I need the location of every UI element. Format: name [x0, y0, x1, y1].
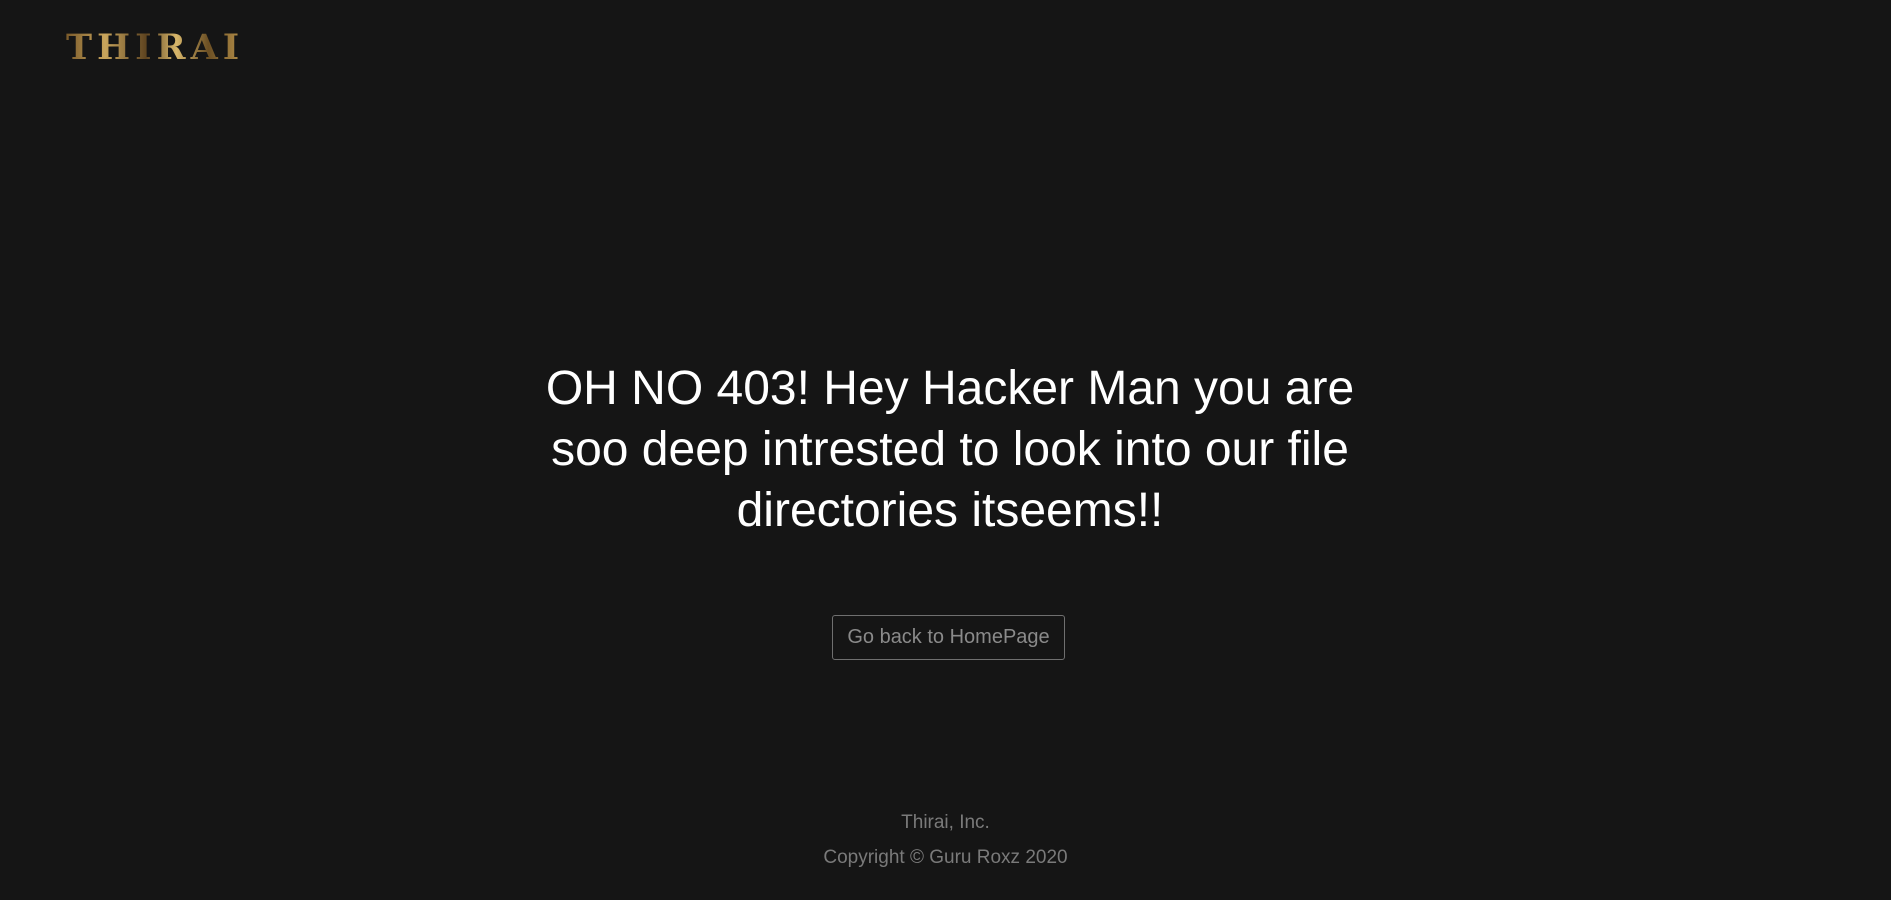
home-button[interactable]: Go back to HomePage: [832, 615, 1065, 660]
footer-copyright: Copyright © Guru Roxz 2020: [823, 847, 1068, 868]
error-page: THIRAI OH NO 403! Hey Hacker Man you are…: [0, 0, 1891, 900]
site-logo[interactable]: THIRAI: [66, 28, 244, 68]
logo-text: THIRAI: [66, 27, 245, 68]
footer: Thirai, Inc. Copyright © Guru Roxz 2020: [0, 805, 1891, 875]
error-message: OH NO 403! Hey Hacker Man you are soo de…: [545, 362, 1355, 537]
footer-company: Thirai, Inc.: [901, 812, 990, 833]
